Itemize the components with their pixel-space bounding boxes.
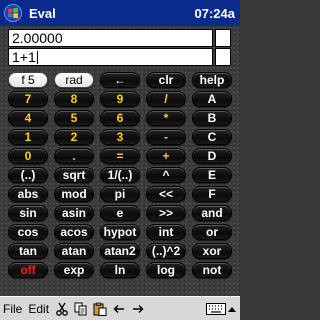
key-1[interactable]: 1 [8, 129, 48, 145]
key-9[interactable]: 9 [100, 91, 140, 107]
help-key[interactable]: help [192, 72, 232, 88]
or-key[interactable]: or [192, 224, 232, 240]
result-scroll-stub [215, 29, 231, 47]
hypot-key[interactable]: hypot [100, 224, 140, 240]
windows-start-icon[interactable] [2, 2, 24, 24]
tan-key[interactable]: tan [8, 243, 48, 259]
f-key[interactable]: f 5 [8, 72, 48, 88]
key-5[interactable]: 5 [54, 110, 94, 126]
key-a[interactable]: A [192, 91, 232, 107]
int-key[interactable]: int [146, 224, 186, 240]
e-key[interactable]: e [100, 205, 140, 221]
key-4[interactable]: 4 [8, 110, 48, 126]
abs-key[interactable]: abs [8, 186, 48, 202]
cos-key[interactable]: cos [8, 224, 48, 240]
key-e[interactable]: E [192, 167, 232, 183]
chevron-up-icon[interactable] [228, 300, 236, 318]
not-key[interactable]: not [192, 262, 232, 278]
keypad: f 5 rad ← clr help 7 8 9 / A 4 5 6 * B 1 2 3- C 0. = + D (..) sq… [8, 72, 232, 278]
expression-input[interactable]: 1+1 [8, 48, 213, 66]
key-8[interactable]: 8 [54, 91, 94, 107]
copy-icon[interactable] [72, 300, 90, 318]
calculator-body: 2.00000 1+1 f 5 rad ← clr help 7 8 9 / A 4 5 6 * B 1 2 3-… [0, 26, 240, 296]
divide-key[interactable]: / [146, 91, 186, 107]
shift-left-key[interactable]: << [146, 186, 186, 202]
power-key[interactable]: ^ [146, 167, 186, 183]
key-b[interactable]: B [192, 110, 232, 126]
left-arrow-icon[interactable] [110, 300, 128, 318]
backspace-key[interactable]: ← [100, 72, 140, 88]
paste-icon[interactable] [91, 300, 109, 318]
result-display[interactable]: 2.00000 [8, 29, 213, 47]
rad-key[interactable]: rad [54, 72, 94, 88]
menu-file[interactable]: File [0, 302, 25, 316]
pi-key[interactable]: pi [100, 186, 140, 202]
asin-key[interactable]: asin [54, 205, 94, 221]
key-6[interactable]: 6 [100, 110, 140, 126]
acos-key[interactable]: acos [54, 224, 94, 240]
right-arrow-icon[interactable] [129, 300, 147, 318]
multiply-key[interactable]: * [146, 110, 186, 126]
ln-key[interactable]: ln [100, 262, 140, 278]
log-key[interactable]: log [146, 262, 186, 278]
key-3[interactable]: 3 [100, 129, 140, 145]
square-key[interactable]: (..)^2 [146, 243, 186, 259]
menu-edit[interactable]: Edit [25, 302, 52, 316]
exp-key[interactable]: exp [54, 262, 94, 278]
app-title: Eval [29, 5, 56, 21]
clr-key[interactable]: clr [146, 72, 186, 88]
menu-bar: File Edit [0, 296, 240, 320]
decimal-key[interactable]: . [54, 148, 94, 164]
key-d[interactable]: D [192, 148, 232, 164]
sqrt-key[interactable]: sqrt [54, 167, 94, 183]
key-7[interactable]: 7 [8, 91, 48, 107]
atan-key[interactable]: atan [54, 243, 94, 259]
keyboard-icon[interactable] [205, 300, 227, 318]
off-key[interactable]: off [8, 262, 48, 278]
expression-scroll-stub [215, 48, 231, 66]
key-2[interactable]: 2 [54, 129, 94, 145]
plus-key[interactable]: + [146, 148, 186, 164]
atan2-key[interactable]: atan2 [100, 243, 140, 259]
expression-text: 1+1 [12, 49, 36, 65]
key-0[interactable]: 0 [8, 148, 48, 164]
reciprocal-key[interactable]: 1/(..) [100, 167, 140, 183]
clock[interactable]: 07:24a [195, 6, 235, 21]
minus-key[interactable]: - [146, 129, 186, 145]
cut-icon[interactable] [53, 300, 71, 318]
shift-right-key[interactable]: >> [146, 205, 186, 221]
xor-key[interactable]: xor [192, 243, 232, 259]
and-key[interactable]: and [192, 205, 232, 221]
text-caret [36, 51, 38, 64]
equals-key[interactable]: = [100, 148, 140, 164]
parens-key[interactable]: (..) [8, 167, 48, 183]
title-bar: Eval 07:24a [0, 0, 240, 26]
key-f[interactable]: F [192, 186, 232, 202]
key-c[interactable]: C [192, 129, 232, 145]
mod-key[interactable]: mod [54, 186, 94, 202]
sin-key[interactable]: sin [8, 205, 48, 221]
